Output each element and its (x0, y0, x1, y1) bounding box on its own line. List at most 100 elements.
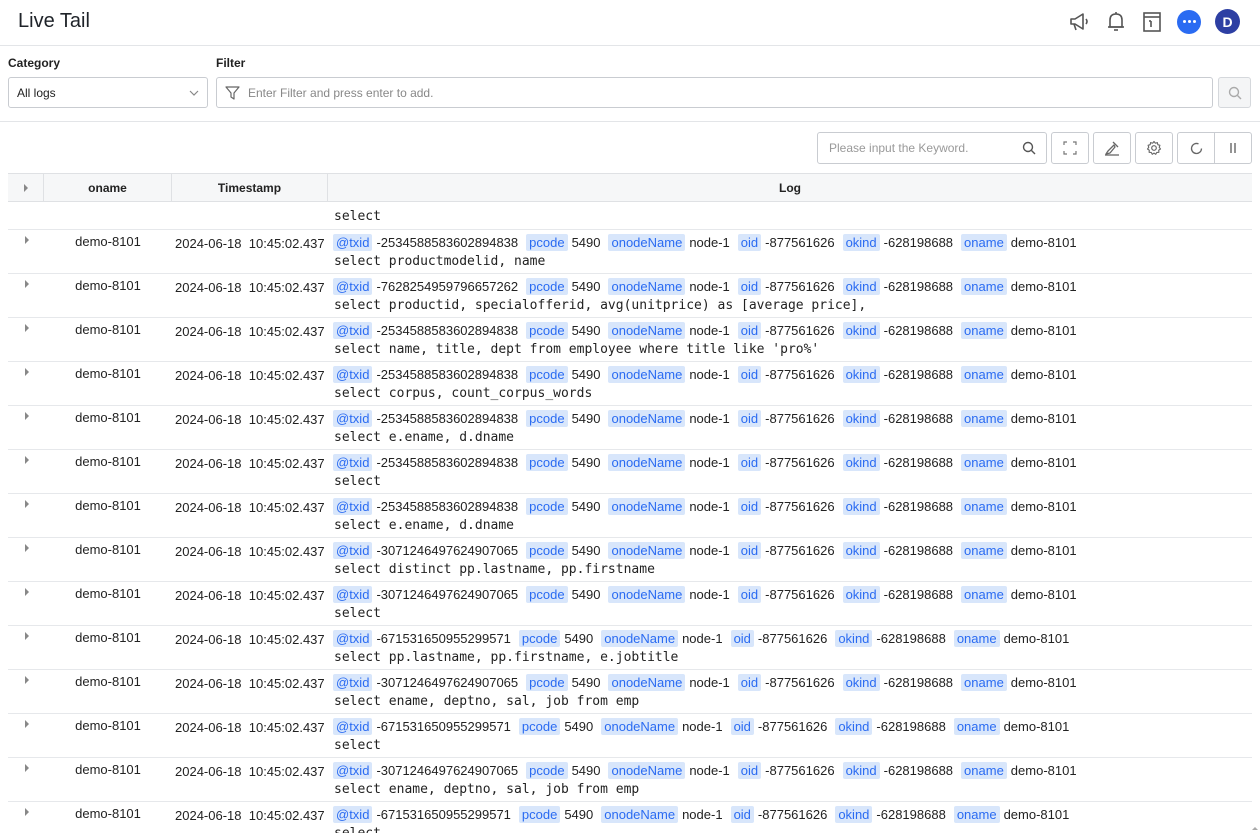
log-key-pcode[interactable]: pcode (518, 630, 561, 647)
log-key-okind[interactable]: okind (842, 542, 880, 559)
log-key-oname[interactable]: oname (961, 586, 1007, 603)
log-key-oname[interactable]: oname (961, 322, 1007, 339)
settings-button[interactable] (1135, 132, 1173, 164)
table-row[interactable]: demo-8101 2024-06-18 10:45:02.437 @txid -25… (8, 494, 1252, 538)
log-key-okind[interactable]: okind (835, 718, 873, 735)
refresh-button[interactable] (1178, 133, 1214, 163)
log-key-onodename[interactable]: onodeName (608, 410, 686, 427)
log-key-onodename[interactable]: onodeName (608, 542, 686, 559)
table-row[interactable]: demo-8101 2024-06-18 10:45:02.437 @txid -67… (8, 802, 1252, 833)
log-key-txid[interactable]: @txid (333, 278, 373, 295)
log-key-oid[interactable]: oid (737, 542, 762, 559)
expand-row-icon[interactable] (24, 544, 30, 554)
pause-button[interactable] (1214, 133, 1251, 163)
log-key-oname[interactable]: oname (961, 454, 1007, 471)
column-header-log[interactable]: Log (328, 174, 1252, 201)
log-key-oid[interactable]: oid (737, 586, 762, 603)
log-key-onodename[interactable]: onodeName (608, 454, 686, 471)
log-key-okind[interactable]: okind (842, 454, 880, 471)
log-key-onodename[interactable]: onodeName (608, 234, 686, 251)
clear-button[interactable] (1093, 132, 1131, 164)
log-key-oid[interactable]: oid (730, 806, 754, 823)
expand-row-icon[interactable] (24, 588, 30, 598)
log-key-oid[interactable]: oid (737, 410, 762, 427)
log-key-pcode[interactable]: pcode (526, 234, 568, 251)
table-row[interactable]: demo-8101 2024-06-18 10:45:02.437 @txid -76… (8, 274, 1252, 318)
log-key-pcode[interactable]: pcode (526, 498, 568, 515)
log-key-onodename[interactable]: onodeName (608, 762, 686, 779)
log-key-oid[interactable]: oid (737, 234, 762, 251)
table-row[interactable]: demo-8101 2024-06-18 10:45:02.437 @txid -67… (8, 714, 1252, 758)
expand-row-icon[interactable] (24, 236, 30, 246)
table-row[interactable]: demo-8101 2024-06-18 10:45:02.437 @txid -25… (8, 230, 1252, 274)
log-key-oid[interactable]: oid (737, 454, 762, 471)
column-header-oname[interactable]: oname (44, 174, 172, 201)
table-row[interactable]: demo-8101 2024-06-18 10:45:02.437 @txid -30… (8, 538, 1252, 582)
expand-row-icon[interactable] (24, 368, 30, 378)
log-key-onodename[interactable]: onodeName (608, 586, 686, 603)
expand-row-icon[interactable] (24, 324, 30, 334)
log-key-txid[interactable]: @txid (333, 366, 373, 383)
table-row-partial[interactable]: select (8, 203, 1252, 230)
column-header-timestamp[interactable]: Timestamp (172, 174, 328, 201)
log-key-okind[interactable]: okind (835, 806, 873, 823)
log-key-oname[interactable]: oname (961, 762, 1007, 779)
log-key-pcode[interactable]: pcode (526, 454, 568, 471)
expand-all-toggle[interactable] (8, 174, 44, 201)
log-key-pcode[interactable]: pcode (526, 586, 568, 603)
log-key-pcode[interactable]: pcode (526, 762, 568, 779)
filter-input[interactable]: Enter Filter and press enter to add. (216, 77, 1213, 108)
log-key-txid[interactable]: @txid (333, 630, 373, 647)
log-key-oname[interactable]: oname (961, 366, 1007, 383)
expand-row-icon[interactable] (24, 456, 30, 466)
log-key-oname[interactable]: oname (961, 234, 1007, 251)
expand-row-icon[interactable] (24, 808, 30, 818)
log-key-onodename[interactable]: onodeName (601, 630, 679, 647)
log-key-oid[interactable]: oid (737, 674, 762, 691)
table-row[interactable]: demo-8101 2024-06-18 10:45:02.437 @txid -30… (8, 582, 1252, 626)
expand-row-icon[interactable] (24, 764, 30, 774)
log-key-okind[interactable]: okind (842, 498, 880, 515)
table-row[interactable]: demo-8101 2024-06-18 10:45:02.437 @txid -30… (8, 670, 1252, 714)
table-row[interactable]: demo-8101 2024-06-18 10:45:02.437 @txid -25… (8, 318, 1252, 362)
fullscreen-button[interactable] (1051, 132, 1089, 164)
log-key-oname[interactable]: oname (961, 498, 1007, 515)
log-key-txid[interactable]: @txid (333, 762, 373, 779)
log-key-pcode[interactable]: pcode (526, 410, 568, 427)
table-row[interactable]: demo-8101 2024-06-18 10:45:02.437 @txid -30… (8, 758, 1252, 802)
log-key-oid[interactable]: oid (737, 498, 762, 515)
log-key-okind[interactable]: okind (842, 410, 880, 427)
log-key-okind[interactable]: okind (842, 586, 880, 603)
log-key-okind[interactable]: okind (842, 234, 880, 251)
log-key-txid[interactable]: @txid (333, 542, 373, 559)
log-key-pcode[interactable]: pcode (518, 806, 561, 823)
table-row[interactable]: demo-8101 2024-06-18 10:45:02.437 @txid -67… (8, 626, 1252, 670)
log-key-pcode[interactable]: pcode (526, 278, 568, 295)
log-key-txid[interactable]: @txid (333, 586, 373, 603)
log-key-oname[interactable]: oname (953, 718, 1000, 735)
log-key-okind[interactable]: okind (835, 630, 873, 647)
log-key-txid[interactable]: @txid (333, 322, 373, 339)
log-key-txid[interactable]: @txid (333, 674, 373, 691)
document-icon[interactable] (1141, 11, 1163, 33)
log-key-onodename[interactable]: onodeName (608, 674, 686, 691)
log-key-oid[interactable]: oid (730, 718, 754, 735)
category-select[interactable]: All logs (8, 77, 208, 108)
log-key-oid[interactable]: oid (737, 366, 762, 383)
log-key-pcode[interactable]: pcode (518, 718, 561, 735)
log-key-okind[interactable]: okind (842, 278, 880, 295)
log-key-txid[interactable]: @txid (333, 234, 373, 251)
expand-row-icon[interactable] (24, 676, 30, 686)
log-key-oname[interactable]: oname (961, 674, 1007, 691)
log-key-okind[interactable]: okind (842, 322, 880, 339)
log-key-onodename[interactable]: onodeName (608, 278, 686, 295)
log-key-oid[interactable]: oid (737, 762, 762, 779)
bell-icon[interactable] (1105, 11, 1127, 33)
log-key-oid[interactable]: oid (737, 322, 762, 339)
expand-row-icon[interactable] (24, 632, 30, 642)
log-key-txid[interactable]: @txid (333, 454, 373, 471)
log-key-oid[interactable]: oid (730, 630, 754, 647)
log-key-onodename[interactable]: onodeName (601, 718, 679, 735)
avatar[interactable]: D (1215, 9, 1240, 34)
log-key-okind[interactable]: okind (842, 366, 880, 383)
